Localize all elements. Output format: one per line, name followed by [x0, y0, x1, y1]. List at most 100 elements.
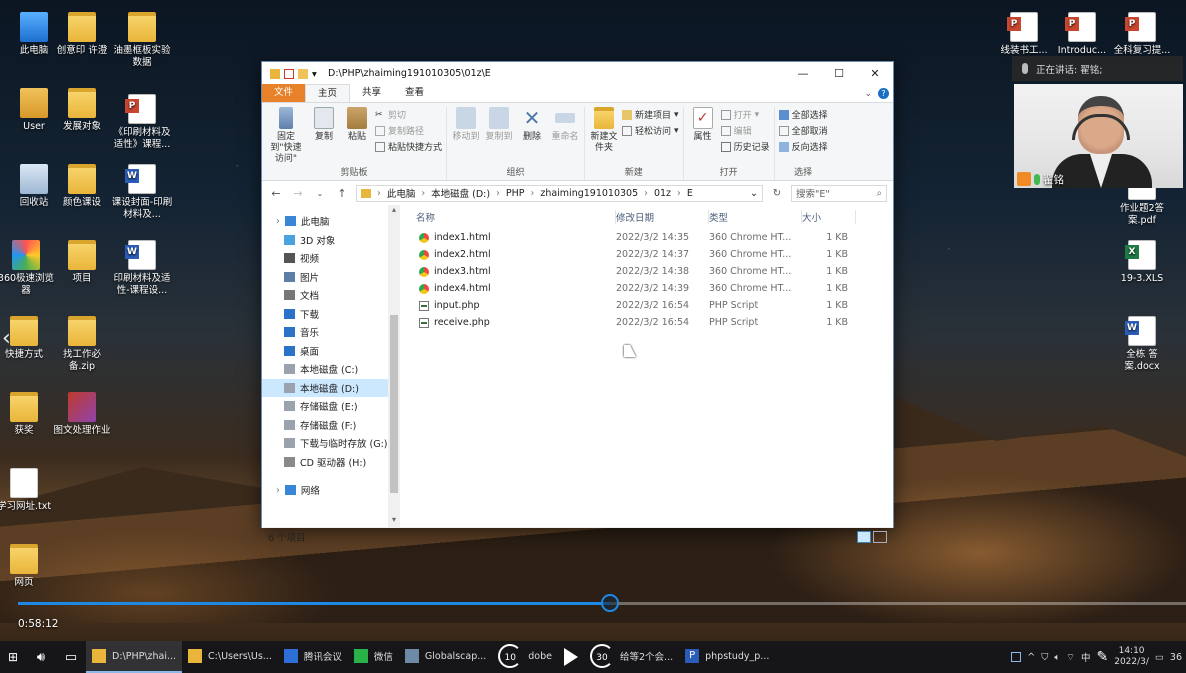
breadcrumb-item[interactable]: PHP	[506, 188, 525, 199]
chevron-down-icon[interactable]: ⌄	[750, 188, 758, 199]
column-size[interactable]: 大小	[802, 210, 856, 224]
speaker-tray-icon[interactable]: 🔈︎	[1054, 652, 1060, 663]
expand-chevron-icon[interactable]: ›	[276, 485, 280, 496]
breadcrumb-item[interactable]: 此电脑	[387, 186, 416, 200]
select-all-button[interactable]: 全部选择	[778, 108, 828, 121]
move-to-button[interactable]: 移动到	[451, 107, 481, 143]
properties-icon[interactable]	[284, 68, 294, 79]
tab-home[interactable]: 主页	[305, 84, 351, 102]
file-row[interactable]: input.php 2022/3/2 16:54 PHP Script 1 KB	[416, 297, 893, 314]
breadcrumb-item[interactable]: 01z	[654, 188, 671, 199]
forward-arrow-icon[interactable]: →	[290, 187, 306, 200]
taskbar-item[interactable]: 微信	[348, 641, 399, 673]
history-button[interactable]: 历史记录	[720, 140, 770, 153]
nav-item[interactable]: 3D 对象	[262, 231, 388, 250]
nav-item[interactable]: 下载	[262, 305, 388, 324]
edit-button[interactable]: 编辑	[720, 124, 770, 137]
desktop-icon[interactable]: 发展对象	[50, 88, 114, 133]
pen-icon[interactable]: ✎	[1096, 649, 1108, 665]
scrollbar-thumb[interactable]	[390, 315, 398, 493]
copy-to-button[interactable]: 复制到	[484, 107, 514, 143]
select-none-button[interactable]: 全部取消	[778, 124, 828, 137]
tab-file[interactable]: 文件	[262, 84, 306, 102]
paste-button[interactable]: 粘贴	[342, 107, 372, 143]
open-button[interactable]: 打开 ▾	[720, 108, 770, 121]
skip-forward-button[interactable]: 30 给等2个会...	[584, 641, 679, 673]
scroll-down-icon[interactable]: ▾	[388, 515, 400, 527]
breadcrumb-separator-icon[interactable]: ›	[644, 188, 648, 199]
volume-icon[interactable]: 🔊︎	[26, 650, 56, 665]
pin-quick-access-button[interactable]: 固定到"快速访问"	[266, 107, 306, 165]
network-tray-icon[interactable]: ⌔	[1066, 652, 1075, 663]
column-name[interactable]: 名称	[416, 210, 616, 224]
desktop-icon[interactable]: 网页	[0, 544, 56, 589]
breadcrumb-item[interactable]: 本地磁盘 (D:)	[431, 186, 490, 200]
tab-share[interactable]: 共享	[350, 84, 393, 102]
windows-start-icon[interactable]: ⊞	[0, 650, 26, 664]
help-icon[interactable]: ?	[878, 88, 889, 99]
file-row[interactable]: index1.html 2022/3/2 14:35 360 Chrome HT..…	[416, 229, 893, 246]
nav-item[interactable]: 存储磁盘 (F:)	[262, 416, 388, 435]
chevron-down-icon[interactable]: ▾	[312, 69, 318, 80]
search-box[interactable]: 搜索"E" ⌕	[791, 184, 887, 202]
nav-item[interactable]: 本地磁盘 (D:)	[262, 378, 388, 397]
new-item-button[interactable]: 新建项目 ▾	[622, 108, 679, 121]
file-row[interactable]: index4.html 2022/3/2 14:39 360 Chrome HT..…	[416, 280, 893, 297]
desktop-icon[interactable]: 颜色课设	[50, 164, 114, 209]
breadcrumb-separator-icon[interactable]: ›	[531, 188, 535, 199]
nav-item[interactable]: 图片	[262, 268, 388, 287]
desktop-icon[interactable]: 创意印 许澄	[50, 12, 114, 57]
scroll-up-icon[interactable]: ▴	[388, 205, 400, 217]
shield-icon[interactable]: ⛉	[1041, 652, 1048, 663]
playback-progress-bar[interactable]	[18, 594, 1186, 612]
desktop-icon[interactable]: 项目	[50, 240, 114, 285]
breadcrumb-separator-icon[interactable]: ›	[421, 188, 425, 199]
invert-selection-button[interactable]: 反向选择	[778, 140, 828, 153]
column-date[interactable]: 修改日期	[616, 210, 709, 224]
nav-item[interactable]: 存储磁盘 (E:)	[262, 397, 388, 416]
back-arrow-icon[interactable]: ←	[268, 187, 284, 200]
desktop-icon[interactable]: 线装书工...	[992, 12, 1056, 57]
taskbar-item-phpstudy[interactable]: P phpstudy_p...	[679, 641, 775, 673]
title-bar[interactable]: ▾ D:\PHP\zhaiming191010305\01z\E — ☐ ✕	[262, 62, 893, 85]
nav-item[interactable]: 文档	[262, 286, 388, 305]
file-row[interactable]: receive.php 2022/3/2 16:54 PHP Script 1 KB	[416, 314, 893, 331]
breadcrumb-item[interactable]: zhaiming191010305	[540, 188, 638, 199]
easy-access-button[interactable]: 轻松访问 ▾	[622, 124, 679, 137]
nav-item[interactable]: 本地磁盘 (C:)	[262, 360, 388, 379]
nav-item[interactable]: 音乐	[262, 323, 388, 342]
taskbar-item[interactable]: 腾讯会议	[278, 641, 348, 673]
maximize-button[interactable]: ☐	[821, 62, 857, 85]
nav-item[interactable]: CD 驱动器 (H:)	[262, 453, 388, 472]
copy-path-button[interactable]: 复制路径	[375, 124, 442, 137]
details-view-icon[interactable]	[857, 531, 871, 543]
delete-button[interactable]: ✕ 删除	[517, 107, 547, 143]
file-row[interactable]: index2.html 2022/3/2 14:37 360 Chrome HT..…	[416, 246, 893, 263]
cut-button[interactable]: ✂ 剪切	[375, 108, 442, 122]
desktop-icon[interactable]: 全栋 答案.docx	[1110, 316, 1174, 373]
chat-icon[interactable]: ▭	[56, 650, 86, 665]
file-row[interactable]: index3.html 2022/3/2 14:38 360 Chrome HT..…	[416, 263, 893, 280]
tray-app-icon[interactable]	[1011, 652, 1022, 662]
up-arrow-icon[interactable]: ↑	[334, 187, 350, 200]
play-icon[interactable]	[564, 648, 578, 666]
nav-item[interactable]: 视频	[262, 249, 388, 268]
desktop-icon[interactable]: 《印刷材料及适性》课程...	[110, 94, 174, 151]
breadcrumb-item[interactable]: E	[687, 188, 693, 199]
participant-video[interactable]: 翟铭	[1014, 84, 1183, 188]
refresh-icon[interactable]: ↻	[769, 188, 785, 199]
notification-badge[interactable]: 36	[1170, 652, 1182, 663]
taskbar-item[interactable]: D:\PHP\zhai...	[86, 641, 183, 673]
nav-item[interactable]: 桌面	[262, 342, 388, 361]
desktop-icon[interactable]: 19-3.XLS	[1110, 240, 1174, 285]
properties-button[interactable]: ✓ 属性	[688, 107, 718, 143]
ribbon-expand-icon[interactable]: ⌄	[864, 89, 872, 99]
address-bar[interactable]: › 此电脑 › 本地磁盘 (D:) › PHP › zhaiming191010305 › 01z…	[356, 184, 763, 202]
desktop-icon[interactable]: 课设封面-印刷材料及...	[110, 164, 174, 221]
desktop-icon[interactable]: 获奖	[0, 392, 56, 437]
paste-shortcut-button[interactable]: 粘贴快捷方式	[375, 140, 442, 153]
desktop-icon[interactable]: 图文处理作业	[50, 392, 114, 437]
desktop-icon[interactable]: Introduc...	[1050, 12, 1114, 57]
desktop-icon[interactable]: 找工作必备.zip	[50, 316, 114, 373]
nav-item[interactable]: › 网络	[262, 481, 388, 500]
